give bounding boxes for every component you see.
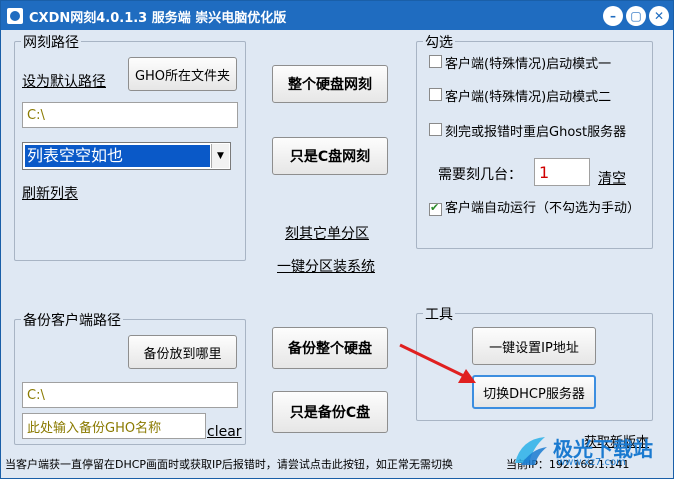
restart-ghost-option[interactable]: 刻完或报错时重启Ghost服务器: [429, 121, 626, 140]
app-window: CXDN网刻4.0.1.3 服务端 崇兴电脑优化版 – ▢ ✕ 网刻路径 设为默…: [0, 0, 674, 479]
client-mode1-label: 客户端(特殊情况)启动模式一: [445, 57, 612, 72]
backup-c-button[interactable]: 只是备份C盘: [272, 391, 388, 433]
watermark-logo-icon: [515, 437, 547, 465]
status-hint: 当客户端获一直停留在DHCP画面时或获取IP后报错时，请尝试点击此按钮，如正常无…: [5, 458, 453, 471]
app-icon: [7, 8, 23, 24]
auto-run-option[interactable]: 客户端自动运行（不勾选为手动）: [429, 201, 644, 216]
backup-name-input[interactable]: 此处输入备份GHO名称: [22, 413, 206, 439]
c-drive-only-button[interactable]: 只是C盘网刻: [272, 137, 388, 175]
tools-group-legend: 工具: [423, 304, 455, 324]
red-pointer-arrow-icon: [399, 343, 476, 383]
other-partition-link[interactable]: 刻其它单分区: [285, 223, 369, 243]
set-ip-button[interactable]: 一键设置IP地址: [472, 327, 596, 365]
path-input[interactable]: C:\: [22, 102, 238, 128]
client-mode2-label: 客户端(特殊情况)启动模式二: [445, 90, 612, 105]
chevron-down-icon[interactable]: ▼: [211, 144, 229, 168]
window-title: CXDN网刻4.0.1.3 服务端 崇兴电脑优化版: [29, 11, 287, 26]
path-group-legend: 网刻路径: [21, 32, 81, 52]
auto-run-label: 客户端自动运行（不勾选为手动）: [445, 201, 641, 216]
count-input[interactable]: 1: [534, 158, 590, 186]
options-group: 勾选: [416, 32, 653, 249]
switch-dhcp-button[interactable]: 切换DHCP服务器: [472, 375, 596, 409]
options-group-legend: 勾选: [423, 32, 455, 52]
set-default-path-link[interactable]: 设为默认路径: [22, 71, 106, 91]
refresh-list-link[interactable]: 刷新列表: [22, 183, 78, 203]
backup-path-input[interactable]: C:\: [22, 382, 238, 408]
restart-ghost-checkbox[interactable]: [429, 123, 442, 136]
restore-button[interactable]: ▢: [626, 6, 646, 26]
client-mode2-option[interactable]: 客户端(特殊情况)启动模式二: [429, 86, 611, 105]
watermark: 极光下载站 www.xz7.com: [511, 431, 671, 471]
minimize-button[interactable]: –: [603, 6, 623, 26]
backup-disk-button[interactable]: 备份整个硬盘: [272, 327, 388, 369]
clear-backup-name-link[interactable]: clear: [207, 424, 242, 440]
auto-run-checkbox[interactable]: [429, 201, 442, 216]
clear-count-link[interactable]: 清空: [598, 168, 626, 188]
one-key-partition-link[interactable]: 一键分区装系统: [277, 256, 375, 276]
backup-location-button[interactable]: 备份放到哪里: [128, 335, 237, 369]
backup-group-legend: 备份客户端路径: [21, 310, 123, 330]
client-mode1-option[interactable]: 客户端(特殊情况)启动模式一: [429, 53, 611, 72]
watermark-url: www.xz7.com: [557, 457, 626, 468]
title-bar[interactable]: CXDN网刻4.0.1.3 服务端 崇兴电脑优化版 – ▢ ✕: [1, 1, 673, 30]
image-list-selected: 列表空空如也: [25, 145, 210, 167]
whole-disk-button[interactable]: 整个硬盘网刻: [272, 65, 388, 103]
gho-folder-button[interactable]: GHO所在文件夹: [128, 57, 237, 91]
close-button[interactable]: ✕: [649, 6, 669, 26]
image-list-select[interactable]: 列表空空如也 ▼: [22, 142, 231, 170]
client-mode1-checkbox[interactable]: [429, 55, 442, 68]
count-label: 需要刻几台：: [438, 167, 522, 183]
restart-ghost-label: 刻完或报错时重启Ghost服务器: [445, 125, 627, 140]
client-mode2-checkbox[interactable]: [429, 88, 442, 101]
